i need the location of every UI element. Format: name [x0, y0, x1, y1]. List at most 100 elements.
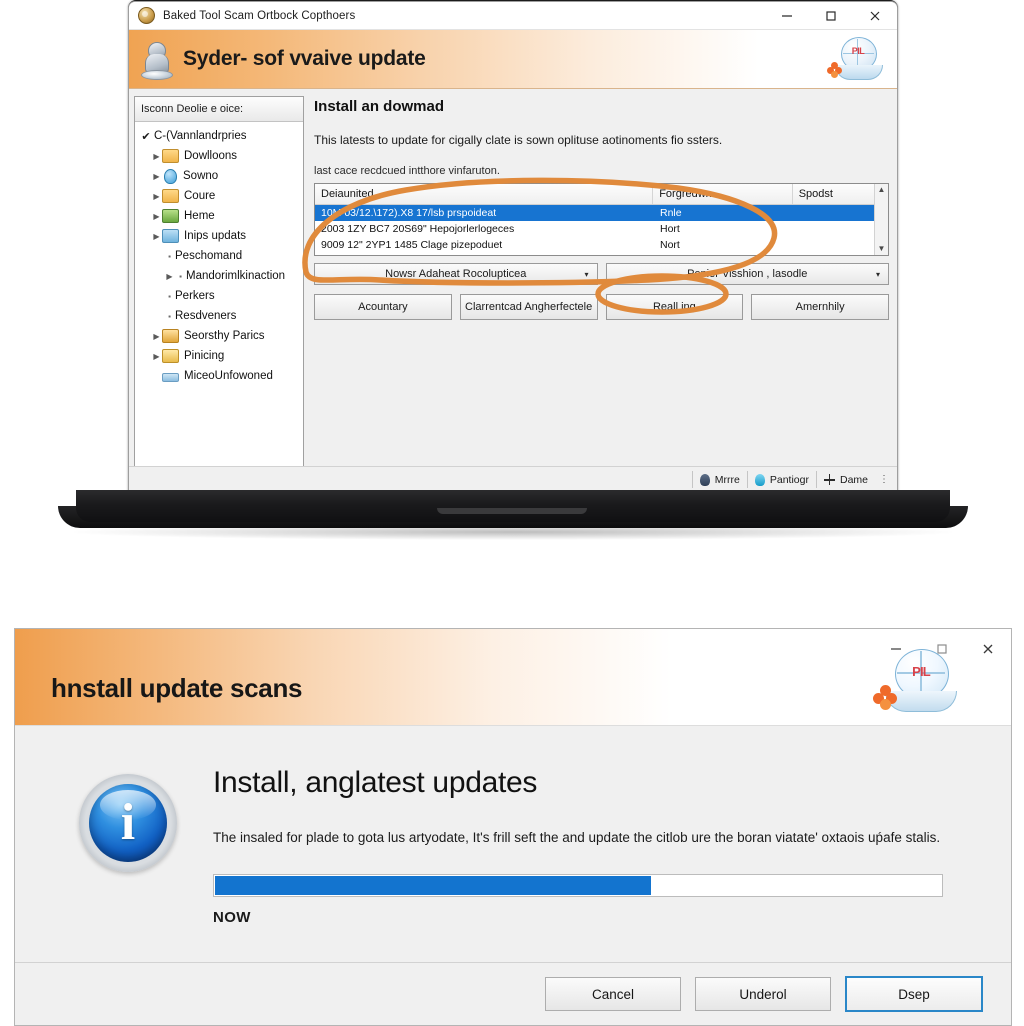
- action-button[interactable]: Acountary: [314, 294, 452, 320]
- window-body: Isconn Deolie e oice: ✔ C-(Vannlandrpries…: [129, 89, 897, 474]
- listbox-scrollbar[interactable]: ▲ ▼: [874, 184, 888, 255]
- dialog-button[interactable]: Cancel: [545, 977, 681, 1011]
- close-icon[interactable]: [853, 2, 897, 29]
- expand-arrow-icon[interactable]: ▶: [151, 192, 162, 201]
- tree-item[interactable]: ▶ Dowlloons: [135, 146, 303, 166]
- table-row[interactable]: 2003 1ZY BC7 20S69" Hepojorlerlogeces Hor…: [315, 221, 888, 237]
- dialog-button[interactable]: Underol: [695, 977, 831, 1011]
- listbox-rows[interactable]: 10M 03/12.\172).X8 17/lsb prspoideat Rnle…: [315, 205, 888, 255]
- tree-item[interactable]: ▶ Sowno: [135, 166, 303, 186]
- dialog-close-icon[interactable]: [965, 629, 1011, 669]
- yellow-icon: [162, 349, 179, 363]
- gold-icon: [162, 329, 179, 343]
- bullet-icon: ▪: [168, 251, 171, 261]
- column-header[interactable]: Deiaunited: [315, 184, 654, 204]
- minimize-icon[interactable]: [765, 2, 809, 29]
- dialog-text-column: Install, anglatest updates The insaled f…: [199, 766, 969, 962]
- droplet-icon: [164, 168, 177, 184]
- tree-item-label: MiceoUnfowoned: [184, 370, 273, 382]
- laptop-trackpad-notch: [437, 508, 587, 514]
- folder-icon: [162, 189, 179, 203]
- tree-item[interactable]: ✔ C-(Vannlandrpries: [135, 126, 303, 146]
- tree-item[interactable]: ▶MiceoUnfowoned: [135, 366, 303, 386]
- content-pane: Install an dowmad This latests to update…: [304, 89, 897, 466]
- status-cell-label: Mrrre: [714, 473, 740, 486]
- action-button[interactable]: Amernhily: [751, 294, 889, 320]
- action-button[interactable]: Clarrentcad Angherfectele: [459, 294, 598, 320]
- tree-item-label: Mandorimlkinaction: [186, 270, 286, 282]
- window-titlebar: Baked Tool Scam Ortbock Copthoers: [129, 2, 897, 30]
- expand-arrow-icon[interactable]: ▶: [151, 332, 162, 341]
- dropdown-1[interactable]: Nowsr Adaheat Rocolupticea ▾: [314, 263, 598, 285]
- dialog-button[interactable]: Dsep: [845, 976, 983, 1012]
- status-overflow-icon[interactable]: ⋮: [875, 474, 893, 485]
- laptop-base: [76, 490, 950, 522]
- tree-item[interactable]: ▶ Heme: [135, 206, 303, 226]
- dropdown-value: Pepier Visshion , lasodle: [687, 268, 808, 280]
- table-row[interactable]: 9009 12" 2YP1 1485 Clage pizepoduet Nort: [315, 237, 888, 253]
- flower-icon: [827, 62, 843, 78]
- install-updates-dialog: hnstall update scans PIL i Install, angl…: [14, 628, 1012, 1026]
- bar-icon: [162, 372, 179, 382]
- nav-pin-icon: [699, 473, 710, 486]
- blue-icon: [162, 229, 179, 243]
- bullet-icon: ▪: [179, 271, 182, 281]
- bullet-icon: ▪: [168, 291, 171, 301]
- tree-item[interactable]: ▪ Peschomand: [135, 246, 303, 266]
- table-cell: 9009 12" 2YP1 1485 Clage pizepoduet: [321, 239, 503, 251]
- expand-arrow-icon[interactable]: ▶: [164, 272, 175, 281]
- folder-tree[interactable]: ✔ C-(Vannlandrpries ▶ Dowlloons ▶ Sowno ▶ Coure…: [135, 122, 303, 473]
- status-cell[interactable]: Dame: [815, 471, 875, 488]
- maximize-icon[interactable]: [809, 2, 853, 29]
- expand-arrow-icon[interactable]: ▶: [151, 212, 162, 221]
- chevron-down-icon[interactable]: ▾: [580, 264, 594, 284]
- tree-item[interactable]: ▪ Resdveners: [135, 306, 303, 326]
- column-header[interactable]: Forgredwn: [653, 184, 793, 204]
- info-icon-glyph: i: [120, 794, 136, 851]
- tree-item[interactable]: ▪ Perkers: [135, 286, 303, 306]
- progress-bar-fill: [215, 875, 651, 895]
- updates-listbox[interactable]: Deiaunited Forgredwn Spodst 10M 03/12.\172…: [314, 183, 889, 256]
- laptop-scene: Baked Tool Scam Ortbock Copthoers Syder-…: [0, 0, 1024, 570]
- brand-logo: PIL: [825, 36, 887, 82]
- tree-item-label: C-(Vannlandrpries: [154, 130, 247, 142]
- expand-arrow-icon[interactable]: ▶: [151, 232, 162, 241]
- check-icon: ✔: [141, 130, 151, 143]
- expand-arrow-icon[interactable]: ▶: [151, 152, 162, 161]
- tree-item[interactable]: ▶ Coure: [135, 186, 303, 206]
- tree-item[interactable]: ▶ Pinicing: [135, 346, 303, 366]
- tree-item-label: Pinicing: [184, 350, 225, 362]
- progress-label: NOW: [213, 908, 251, 926]
- dialog-titlebar: hnstall update scans PIL: [15, 629, 1011, 726]
- info-icon: i: [79, 774, 177, 872]
- tree-item[interactable]: ▶ Seorsthy Parics: [135, 326, 303, 346]
- brand-logo-mark: PIL: [851, 46, 865, 56]
- status-cell[interactable]: Mrrre: [691, 471, 747, 488]
- plus-icon: [823, 474, 835, 485]
- dropdown-2[interactable]: Pepier Visshion , lasodle ▾: [605, 263, 889, 285]
- scroll-up-icon[interactable]: ▲: [878, 184, 886, 196]
- folder-icon: [162, 149, 179, 163]
- dialog-heading: Install, anglatest updates: [213, 766, 538, 799]
- progress-bar: [213, 873, 943, 897]
- laptop-shadow: [74, 524, 952, 540]
- status-cell[interactable]: Pantiogr: [746, 471, 816, 488]
- scroll-down-icon[interactable]: ▼: [878, 243, 886, 255]
- app-gold-icon: [138, 7, 155, 24]
- banner-title: Syder- sof vvaive update: [183, 47, 426, 70]
- chevron-down-icon[interactable]: ▾: [871, 264, 885, 284]
- tree-item-label: Inips updats: [184, 230, 247, 242]
- expand-arrow-icon[interactable]: ▶: [151, 172, 162, 181]
- expand-arrow-icon[interactable]: ▶: [151, 352, 162, 361]
- action-button[interactable]: Reall ing: [605, 294, 744, 320]
- window-title: Baked Tool Scam Ortbock Copthoers: [163, 9, 356, 22]
- tree-item[interactable]: ▶ ▪ Mandorimlkinaction: [135, 266, 303, 286]
- table-cell: Hort: [660, 223, 680, 235]
- tree-item-label: Seorsthy Parics: [184, 330, 265, 342]
- dialog-body: i Install, anglatest updates The insaled…: [15, 726, 1011, 962]
- table-row[interactable]: 10M 03/12.\172).X8 17/lsb prspoideat Rnle: [315, 205, 888, 221]
- listbox-header-row: Deiaunited Forgredwn Spodst: [315, 184, 888, 205]
- tree-item[interactable]: ▶ Inips updats: [135, 226, 303, 246]
- tree-item-label: Peschomand: [175, 250, 243, 262]
- table-cell: Nort: [660, 239, 680, 251]
